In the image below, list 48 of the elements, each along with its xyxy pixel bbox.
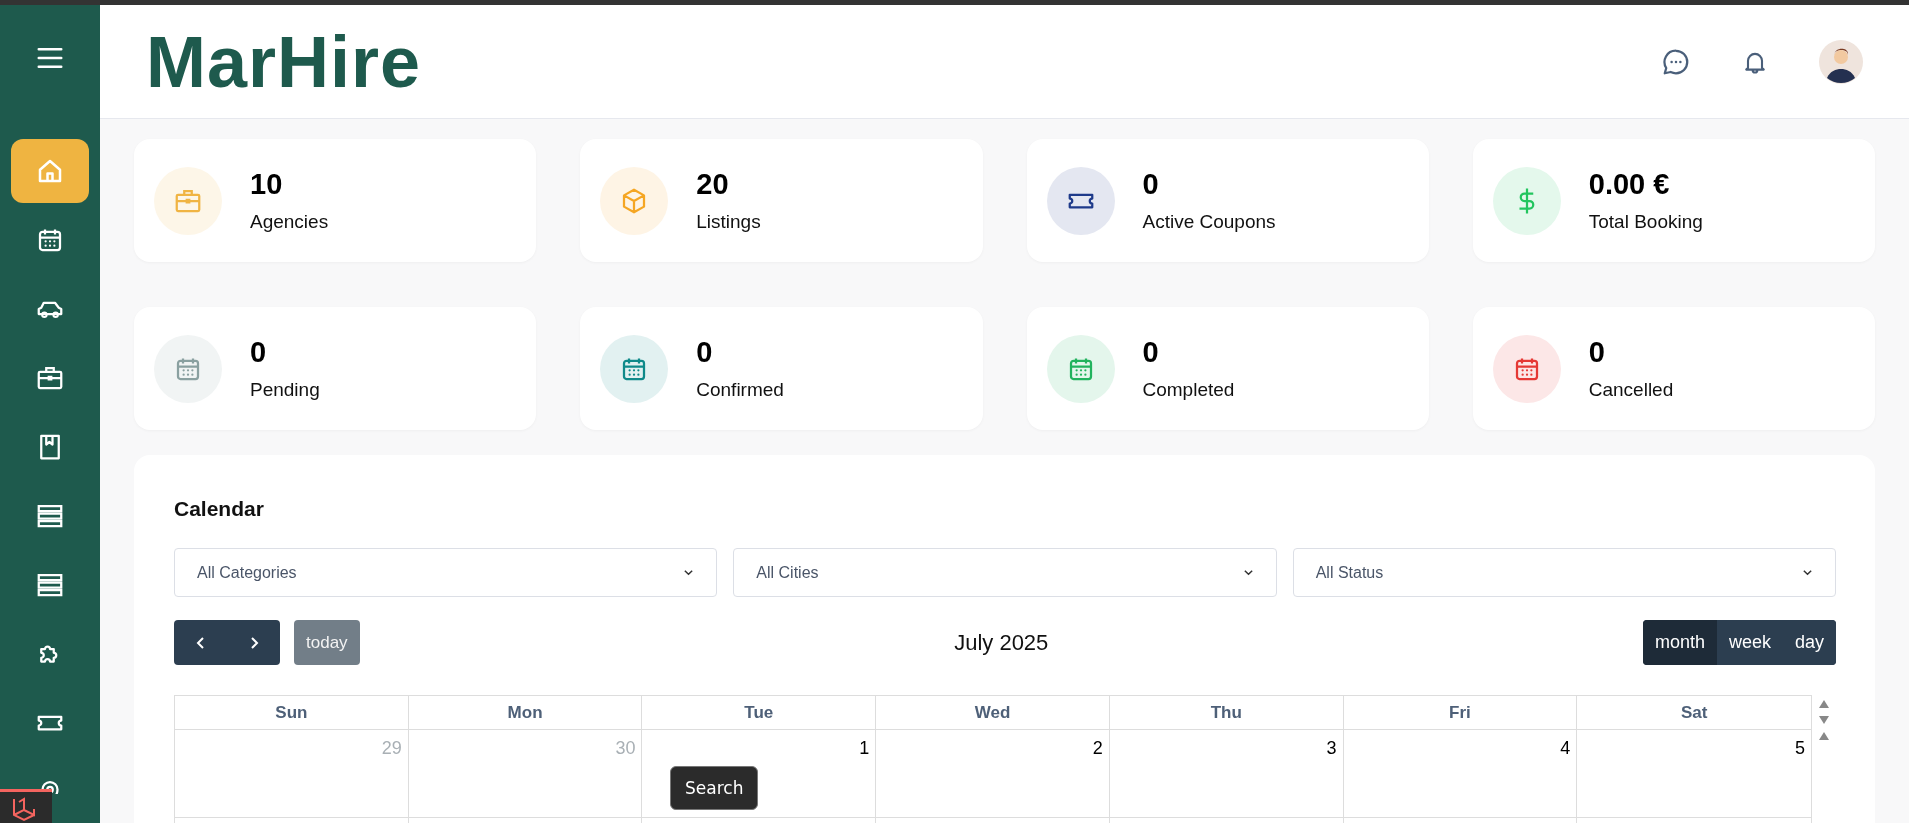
filter-dropdown[interactable]: All Categories bbox=[174, 548, 718, 597]
stat-value: 0 bbox=[696, 336, 714, 369]
stat-value: 0 bbox=[250, 336, 268, 369]
weekday-header: Thu bbox=[1109, 696, 1344, 730]
stat-label: Confirmed bbox=[696, 379, 784, 401]
stat-label: Pending bbox=[250, 379, 320, 401]
today-button[interactable]: today bbox=[294, 620, 360, 665]
stat-label: Listings bbox=[696, 211, 761, 233]
avatar[interactable] bbox=[1819, 39, 1863, 84]
day-number: 29 bbox=[381, 738, 402, 759]
chevron-down-icon bbox=[1242, 567, 1254, 578]
day-number: 5 bbox=[1794, 738, 1805, 759]
weekday-header: Sat bbox=[1577, 696, 1811, 730]
scroll-down-icon[interactable] bbox=[1818, 715, 1830, 725]
weekday-header: Fri bbox=[1343, 696, 1578, 730]
filter-dropdown[interactable]: All Status bbox=[1292, 548, 1836, 597]
stat-value: 0 bbox=[1588, 336, 1606, 369]
stat-label: Total Booking bbox=[1588, 211, 1703, 233]
day-number: 1 bbox=[859, 738, 870, 759]
day-number: 4 bbox=[1560, 738, 1571, 759]
weekday-header: Sun bbox=[175, 696, 409, 730]
stat-value: 0.00 € bbox=[1588, 168, 1671, 201]
logo[interactable]: MarHire bbox=[146, 20, 422, 103]
chevron-down-icon bbox=[683, 567, 695, 578]
calendar-title: Calendar bbox=[174, 497, 265, 521]
stat-label: Agencies bbox=[250, 211, 329, 233]
weekday-header: Tue bbox=[642, 696, 877, 730]
view-tab[interactable]: month bbox=[1642, 620, 1717, 665]
stat-label: Cancelled bbox=[1588, 379, 1674, 401]
debugbar-logo-icon[interactable] bbox=[0, 789, 52, 823]
calendar-month-title: July 2025 bbox=[954, 629, 1049, 656]
stat-value: 0 bbox=[1142, 336, 1160, 369]
stat-value: 0 bbox=[1142, 168, 1160, 201]
tooltip: Search bbox=[670, 766, 759, 810]
stat-label: Completed bbox=[1142, 379, 1235, 401]
day-number: 2 bbox=[1092, 738, 1103, 759]
stat-value: 10 bbox=[250, 168, 284, 201]
scroll-up-icon[interactable] bbox=[1818, 731, 1830, 741]
scroll-up-icon[interactable] bbox=[1818, 699, 1830, 709]
stat-value: 20 bbox=[696, 168, 730, 201]
weekday-header: Mon bbox=[408, 696, 643, 730]
sidebar-item[interactable] bbox=[11, 139, 89, 203]
stat-label: Active Coupons bbox=[1142, 211, 1276, 233]
weekday-header: Wed bbox=[876, 696, 1110, 730]
day-number: 30 bbox=[615, 738, 636, 759]
day-number: 3 bbox=[1326, 738, 1337, 759]
chevron-down-icon bbox=[1802, 567, 1813, 578]
filter-dropdown[interactable]: All Cities bbox=[733, 548, 1277, 597]
